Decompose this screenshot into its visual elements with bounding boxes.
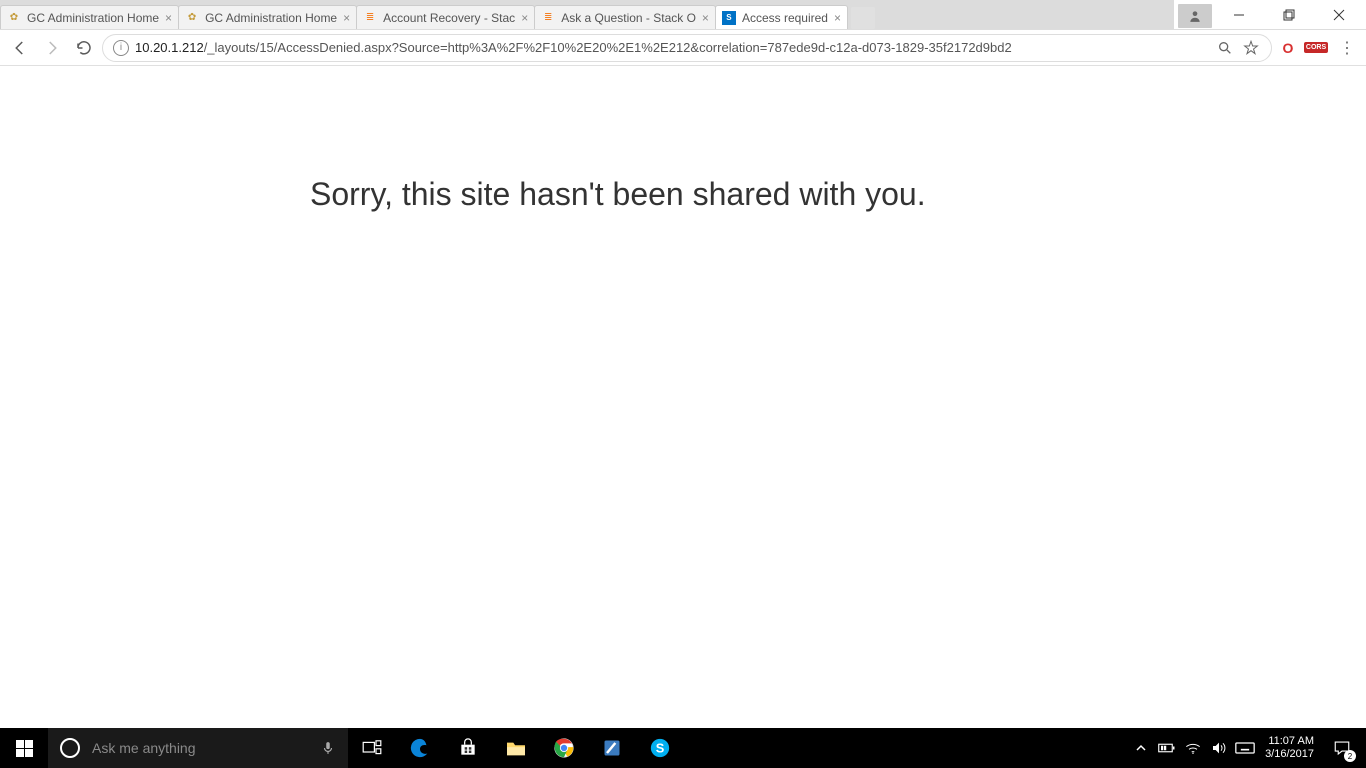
tray-chevron-icon[interactable] <box>1129 728 1153 768</box>
tab-strip: ✿ GC Administration Home × ✿ GC Administ… <box>0 0 1174 29</box>
tab-gc-admin-2[interactable]: ✿ GC Administration Home × <box>178 5 357 29</box>
tab-gc-admin-1[interactable]: ✿ GC Administration Home × <box>0 5 179 29</box>
cors-extension-icon[interactable]: CORS <box>1307 39 1325 57</box>
window-chrome: ✿ GC Administration Home × ✿ GC Administ… <box>0 0 1366 30</box>
task-view-icon[interactable] <box>348 728 396 768</box>
new-tab-button[interactable] <box>851 7 875 29</box>
close-icon[interactable]: × <box>165 11 172 25</box>
svg-text:S: S <box>656 741 665 756</box>
volume-icon[interactable] <box>1207 728 1231 768</box>
tab-label: GC Administration Home <box>205 11 337 25</box>
cortana-placeholder: Ask me anything <box>92 740 308 756</box>
microphone-icon[interactable] <box>308 739 348 757</box>
stackoverflow-icon: ≣ <box>541 11 555 25</box>
tab-access-required[interactable]: S Access required × <box>715 5 848 29</box>
chrome-icon[interactable] <box>540 728 588 768</box>
minimize-button[interactable] <box>1216 0 1262 30</box>
skype-icon[interactable]: S <box>636 728 684 768</box>
window-controls <box>1174 0 1366 29</box>
cortana-icon <box>60 738 80 758</box>
url-text: 10.20.1.212/_layouts/15/AccessDenied.asp… <box>135 40 1209 55</box>
tab-account-recovery[interactable]: ≣ Account Recovery - Stac × <box>356 5 535 29</box>
notifications-icon[interactable]: 2 <box>1322 728 1362 768</box>
power-icon[interactable] <box>1155 728 1179 768</box>
date-text: 3/16/2017 <box>1265 748 1314 761</box>
system-tray: 11:07 AM 3/16/2017 2 <box>1129 728 1366 768</box>
start-button[interactable] <box>0 728 48 768</box>
close-icon[interactable]: × <box>343 11 350 25</box>
chrome-menu-button[interactable]: ⋮ <box>1332 34 1360 62</box>
stackoverflow-icon: ≣ <box>363 11 377 25</box>
clock[interactable]: 11:07 AM 3/16/2017 <box>1259 735 1320 761</box>
cortana-search[interactable]: Ask me anything <box>48 728 348 768</box>
close-window-button[interactable] <box>1316 0 1362 30</box>
tab-ask-question[interactable]: ≣ Ask a Question - Stack O × <box>534 5 716 29</box>
close-icon[interactable]: × <box>521 11 528 25</box>
tab-label: Account Recovery - Stac <box>383 11 515 25</box>
store-icon[interactable] <box>444 728 492 768</box>
favicon-icon: ✿ <box>7 11 21 25</box>
edge-icon[interactable] <box>396 728 444 768</box>
notification-badge: 2 <box>1344 750 1356 762</box>
opera-extension-icon[interactable]: O <box>1279 39 1297 57</box>
address-bar-row: i 10.20.1.212/_layouts/15/AccessDenied.a… <box>0 30 1366 66</box>
address-bar[interactable]: i 10.20.1.212/_layouts/15/AccessDenied.a… <box>102 34 1272 62</box>
back-button[interactable] <box>6 34 34 62</box>
keyboard-icon[interactable] <box>1233 728 1257 768</box>
bookmark-icon[interactable] <box>1241 38 1261 58</box>
taskbar: Ask me anything S <box>0 728 1366 768</box>
windows-icon <box>16 740 33 757</box>
maximize-button[interactable] <box>1266 0 1312 30</box>
info-icon[interactable]: i <box>113 40 129 56</box>
forward-button[interactable] <box>38 34 66 62</box>
close-icon[interactable]: × <box>834 11 841 25</box>
task-icons: S <box>348 728 684 768</box>
tab-label: GC Administration Home <box>27 11 159 25</box>
tab-label: Access required <box>742 11 828 25</box>
app-icon[interactable] <box>588 728 636 768</box>
time-text: 11:07 AM <box>1265 735 1314 748</box>
favicon-icon: ✿ <box>185 11 199 25</box>
reload-button[interactable] <box>70 34 98 62</box>
sharepoint-icon: S <box>722 11 736 25</box>
close-icon[interactable]: × <box>702 11 709 25</box>
page-content: Sorry, this site hasn't been shared with… <box>0 66 1366 213</box>
access-denied-message: Sorry, this site hasn't been shared with… <box>310 176 1366 213</box>
zoom-icon[interactable] <box>1215 38 1235 58</box>
wifi-icon[interactable] <box>1181 728 1205 768</box>
user-icon[interactable] <box>1178 4 1212 28</box>
tab-label: Ask a Question - Stack O <box>561 11 696 25</box>
file-explorer-icon[interactable] <box>492 728 540 768</box>
